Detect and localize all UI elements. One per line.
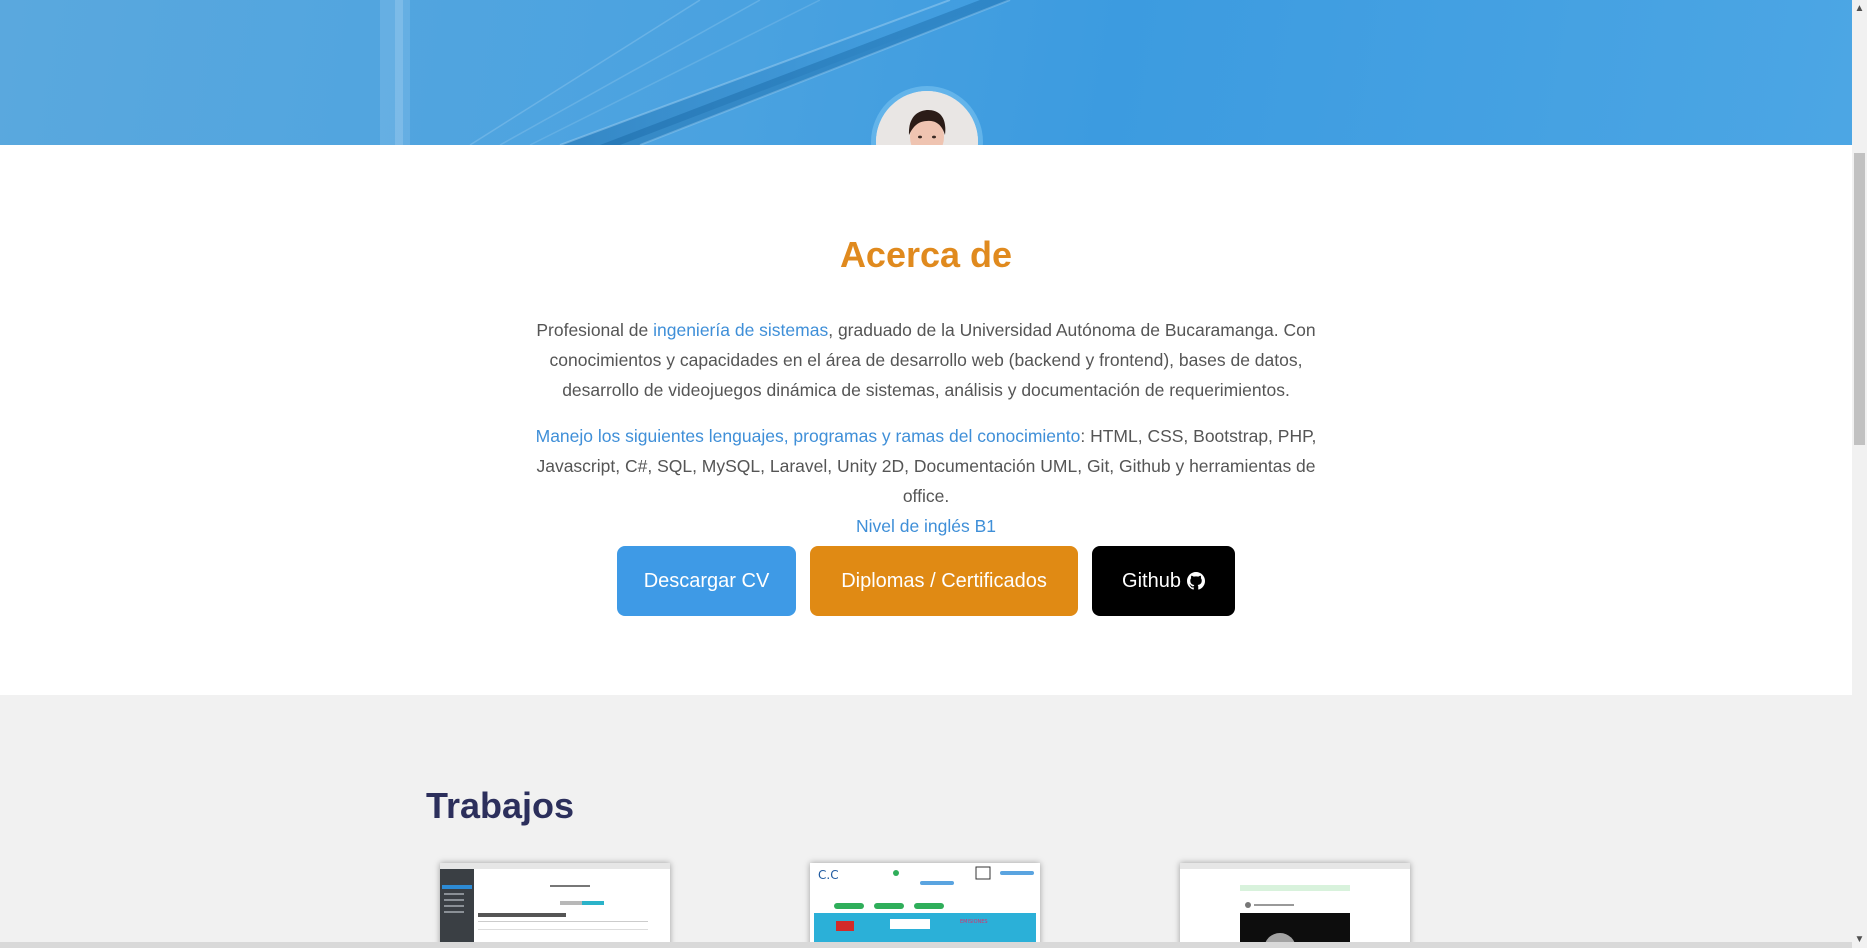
work-thumbnail-2[interactable]: C.C EMISIONES <box>810 863 1040 948</box>
work-screenshot-3 <box>1180 863 1410 948</box>
about-paragraph-profile: Profesional de ingeniería de sistemas, g… <box>525 315 1327 405</box>
work-screenshot-1 <box>440 863 670 948</box>
about-title: Acerca de <box>839 234 1013 275</box>
horizontal-scroll-track <box>0 942 1852 948</box>
about-section: Acerca de Profesional de ingeniería de s… <box>0 145 1852 695</box>
english-level: Nivel de inglés B1 <box>855 516 997 536</box>
scroll-down-arrow-icon[interactable]: ▼ <box>1852 931 1867 948</box>
vertical-scrollbar[interactable]: ▲ ▼ <box>1852 0 1867 948</box>
skills-highlight: Manejo los siguientes lenguajes, program… <box>535 426 1081 446</box>
about-paragraph-skills: Manejo los siguientes lenguajes, program… <box>525 421 1327 541</box>
github-icon <box>1186 572 1205 590</box>
download-cv-label: Descargar CV <box>643 569 770 592</box>
svg-text:EMISIONES: EMISIONES <box>960 919 988 925</box>
work-screenshot-2: C.C EMISIONES <box>810 863 1040 948</box>
download-cv-button[interactable]: Descargar CV <box>617 546 796 616</box>
work-thumbnail-3[interactable] <box>1180 863 1410 948</box>
profile-text-prefix: Profesional de <box>536 320 654 340</box>
works-section: Trabajos C.C EMISIONES <box>0 695 1852 948</box>
scroll-up-arrow-icon[interactable]: ▲ <box>1852 0 1867 17</box>
scrollbar-thumb[interactable] <box>1854 153 1865 445</box>
systems-engineering-highlight: ingeniería de sistemas <box>653 320 829 340</box>
github-button[interactable]: Github <box>1092 546 1235 616</box>
diplomas-label: Diplomas / Certificados <box>841 569 1047 592</box>
diplomas-certificates-button[interactable]: Diplomas / Certificados <box>810 546 1078 616</box>
svg-text:C.C: C.C <box>818 868 839 882</box>
work-thumbnail-1[interactable] <box>440 863 670 948</box>
works-title: Trabajos <box>426 785 575 826</box>
github-label: Github <box>1122 569 1181 592</box>
portfolio-page: Acerca de Profesional de ingeniería de s… <box>0 0 1852 948</box>
